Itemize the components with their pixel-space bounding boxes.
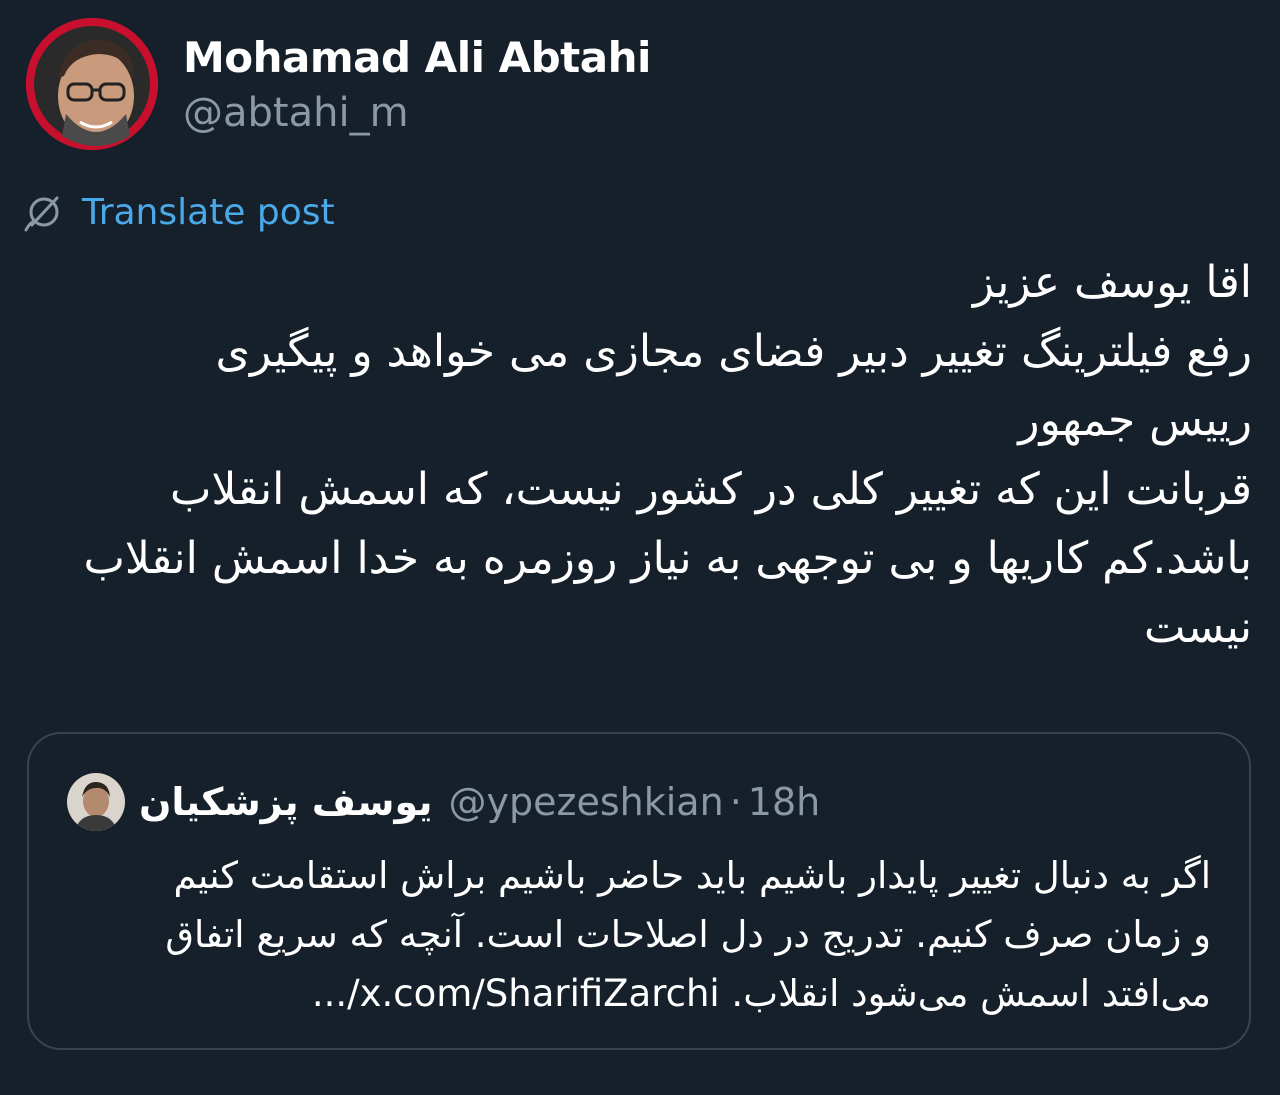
translate-post-label: Translate post	[82, 191, 335, 233]
post-line: نیست	[1144, 602, 1252, 653]
quoted-timestamp[interactable]: 18h	[748, 780, 820, 824]
quoted-post-header: یوسف پزشکیان @ypezeshkian · 18h	[67, 772, 820, 832]
quoted-author-name[interactable]: یوسف پزشکیان	[139, 780, 433, 824]
quoted-line: اگر به دنبال تغییر پایدار باشیم باید حاض…	[173, 854, 1211, 897]
quoted-line: و زمان صرف کنیم. تدریج در دل اصلاحات است…	[165, 913, 1211, 956]
post-line: رفع فیلترینگ تغییر دبیر فضای مجازی می خو…	[215, 326, 1252, 377]
quoted-line: می‌افتد اسمش می‌شود انقلاب. x.com/Sharif…	[311, 972, 1211, 1015]
post-line: اقا یوسف عزیز	[972, 257, 1252, 308]
author-name[interactable]: Mohamad Ali Abtahi	[183, 30, 651, 86]
post-line: رییس جمهور	[1018, 395, 1252, 446]
translate-globe-icon	[24, 192, 64, 232]
author-avatar[interactable]	[26, 18, 158, 150]
quoted-author-handle[interactable]: @ypezeshkian	[449, 780, 724, 824]
translate-post-button[interactable]: Translate post	[24, 188, 335, 236]
author-avatar-image	[26, 18, 158, 150]
quoted-separator: ·	[729, 780, 742, 824]
post-line: باشد.کم کاریها و بی توجهی به نیاز روزمره…	[83, 533, 1252, 584]
quoted-post-body: اگر به دنبال تغییر پایدار باشیم باید حاض…	[61, 846, 1211, 1023]
author-handle[interactable]: @abtahi_m	[183, 86, 409, 140]
post-line: قربانت این که تغییر کلی در کشور نیست، که…	[169, 464, 1252, 515]
quoted-post-card[interactable]: یوسف پزشکیان @ypezeshkian · 18h اگر به د…	[27, 732, 1251, 1050]
post-body: اقا یوسف عزیز رفع فیلترینگ تغییر دبیر فض…	[22, 248, 1252, 662]
quoted-author-avatar[interactable]	[67, 773, 125, 831]
